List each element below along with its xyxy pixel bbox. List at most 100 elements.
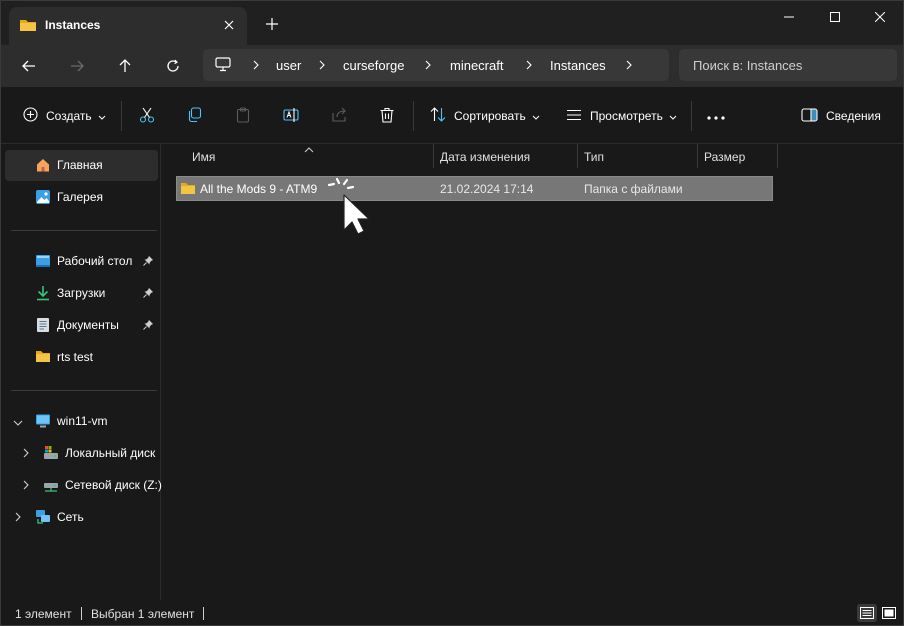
breadcrumb-item[interactable]: minecraft [450, 58, 503, 73]
search-input[interactable]: Поиск в: Instances [679, 49, 897, 81]
sidebar-item-network[interactable]: Сеть [5, 502, 158, 533]
local-disk-icon [43, 445, 59, 461]
documents-icon [35, 317, 51, 333]
paste-button[interactable] [235, 101, 251, 131]
column-header-label: Тип [584, 150, 605, 164]
file-list: Имя Дата изменения Тип Размер All the Mo… [162, 144, 903, 600]
sort-arrows-icon [430, 107, 446, 125]
chevron-down-icon [532, 109, 540, 123]
item-count: 1 элемент [15, 607, 72, 621]
plus-circle-icon [23, 107, 38, 125]
more-options-button[interactable] [707, 101, 725, 131]
this-pc-icon[interactable] [215, 57, 231, 75]
maximize-icon[interactable] [812, 1, 858, 33]
file-explorer-window: Instances user curseforge minecraft Inst… [0, 0, 904, 626]
more-dots-icon [707, 109, 725, 123]
chevron-right-icon[interactable] [15, 511, 21, 525]
chevron-right-icon[interactable] [526, 59, 532, 73]
create-button[interactable]: Создать [23, 101, 106, 131]
home-icon [35, 157, 51, 173]
chevron-down-icon[interactable] [13, 415, 23, 429]
delete-button[interactable] [379, 101, 395, 131]
pin-icon[interactable] [143, 319, 153, 333]
trash-icon [379, 107, 395, 126]
share-button[interactable] [331, 101, 347, 131]
forward-arrow-icon[interactable] [61, 51, 93, 81]
breadcrumb-item[interactable]: Instances [550, 58, 606, 73]
details-pane-button[interactable]: Сведения [801, 101, 881, 131]
share-icon [331, 107, 347, 126]
toolbar-divider [691, 101, 692, 131]
sidebar-item-win11-vm[interactable]: win11-vm [5, 406, 158, 437]
folder-icon [180, 181, 196, 198]
network-drive-icon [43, 477, 59, 493]
sidebar-item-label: Сетевой диск (Z:) [65, 478, 162, 492]
tab-close-icon[interactable] [219, 15, 239, 35]
copy-button[interactable] [187, 101, 203, 131]
chevron-right-icon[interactable] [425, 59, 431, 73]
sidebar-item-network-drive[interactable]: Сетевой диск (Z:) [5, 470, 162, 501]
details-view-icon[interactable] [857, 604, 877, 622]
sidebar-item-downloads[interactable]: Загрузки [5, 278, 158, 309]
column-header-name[interactable]: Имя [186, 144, 434, 168]
up-arrow-icon[interactable] [109, 51, 141, 81]
toolbar-divider [121, 101, 122, 131]
column-header-label: Имя [192, 150, 216, 164]
sidebar-item-home[interactable]: Главная [5, 150, 158, 181]
view-list-icon [566, 109, 582, 124]
column-header-label: Размер [704, 150, 746, 164]
refresh-icon[interactable] [157, 51, 189, 81]
navigation-pane: Главная Галерея Рабочий стол Загрузки До… [1, 144, 162, 600]
folder-icon [19, 17, 37, 33]
address-bar[interactable]: user curseforge minecraft Instances [203, 49, 669, 81]
folder-icon [35, 349, 51, 365]
breadcrumb-item[interactable]: curseforge [343, 58, 404, 73]
file-modified: 21.02.2024 17:14 [440, 182, 534, 196]
file-name: All the Mods 9 - ATM9 [200, 182, 318, 196]
sidebar-item-gallery[interactable]: Галерея [5, 182, 158, 213]
column-header-type[interactable]: Тип [578, 144, 698, 168]
new-tab-icon[interactable] [261, 13, 283, 35]
pin-icon[interactable] [143, 287, 153, 301]
sort-button[interactable]: Сортировать [430, 101, 540, 131]
rename-button[interactable] [283, 101, 299, 131]
sidebar-item-label: Главная [57, 158, 103, 172]
breadcrumb-item[interactable]: user [276, 58, 301, 73]
table-row[interactable]: All the Mods 9 - ATM9 21.02.2024 17:14 П… [176, 176, 773, 201]
sidebar-item-documents[interactable]: Документы [5, 310, 158, 341]
scissors-icon [139, 107, 155, 126]
sidebar-item-label: Галерея [57, 190, 104, 204]
chevron-right-icon[interactable] [23, 447, 29, 461]
tiles-view-icon[interactable] [879, 604, 899, 622]
column-header-date-modified[interactable]: Дата изменения [434, 144, 578, 168]
cut-button[interactable] [139, 101, 155, 131]
tab-title: Instances [45, 18, 101, 32]
back-arrow-icon[interactable] [13, 51, 45, 81]
clipboard-icon [235, 106, 251, 126]
sidebar-divider [11, 390, 157, 391]
selection-count: Выбран 1 элемент [91, 607, 195, 621]
chevron-right-icon[interactable] [319, 59, 325, 73]
column-header-size[interactable]: Размер [698, 144, 778, 168]
chevron-down-icon [98, 109, 106, 123]
navigation-bar: user curseforge minecraft Instances Поис… [1, 45, 903, 87]
tab-instances[interactable]: Instances [9, 7, 247, 45]
status-bar: 1 элемент Выбран 1 элемент [1, 600, 903, 625]
view-button[interactable]: Просмотреть [566, 101, 677, 131]
rename-icon [283, 107, 299, 126]
sidebar-item-local-disk[interactable]: Локальный диск [5, 438, 158, 469]
sort-label: Сортировать [454, 109, 526, 123]
close-icon[interactable] [857, 1, 903, 33]
gallery-icon [35, 189, 51, 205]
pin-icon[interactable] [143, 255, 153, 269]
desktop-icon [35, 253, 51, 269]
minimize-icon[interactable] [766, 1, 812, 33]
chevron-right-icon[interactable] [23, 479, 29, 493]
status-divider [203, 607, 204, 620]
chevron-right-icon[interactable] [253, 59, 259, 73]
sidebar-divider [11, 230, 157, 231]
sidebar-item-desktop[interactable]: Рабочий стол [5, 246, 158, 277]
chevron-right-icon[interactable] [626, 59, 632, 73]
computer-icon [35, 413, 51, 429]
sidebar-item-rts-test[interactable]: rts test [5, 342, 158, 373]
